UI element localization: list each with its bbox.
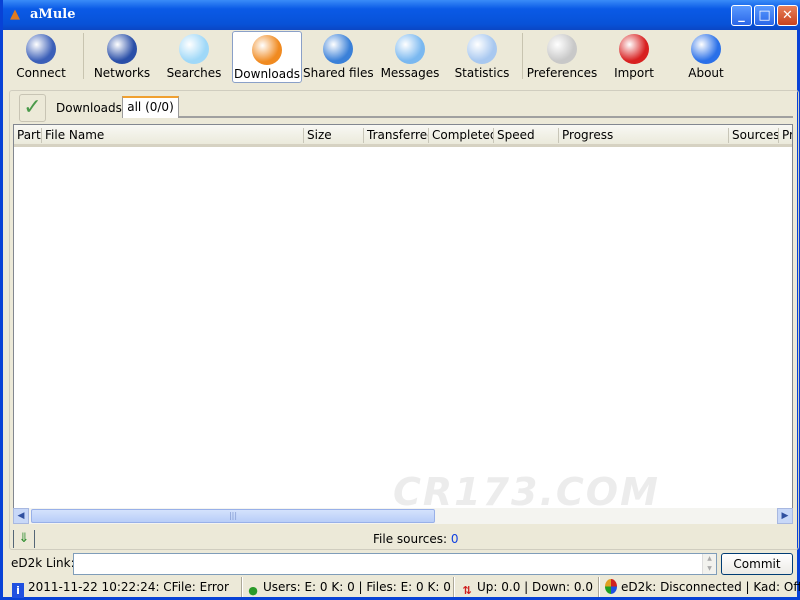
close-button[interactable]: ✕ [777,5,798,26]
users-icon: ● [248,584,258,597]
scroll-thumb[interactable]: ||| [31,509,435,523]
status-log: i 2011-11-22 10:22:24: CFile: Error [12,577,229,598]
amule-window: ▲ aMule _ □ ✕ Connect Networks Searches Dow… [0,0,800,600]
clear-completed-button[interactable]: ✓ [19,94,46,122]
toolbar-label: Messages [380,66,440,80]
toolbar-label: Downloads [234,67,300,81]
toolbar-separator [83,33,84,79]
tab-divider [179,116,793,118]
search-icon [179,34,209,64]
column-header-sources[interactable]: Sources [729,128,779,143]
toolbar-button-downloads[interactable]: Downloads [232,31,302,83]
toolbar-label: Preferences [526,66,598,80]
connect-icon [26,34,56,64]
toolbar-label: Import [614,66,654,80]
status-users-text: Users: E: 0 K: 0 | Files: E: 0 K: 0 [263,580,451,594]
tab-all[interactable]: all (0/0) [122,96,179,118]
column-header-speed[interactable]: Speed [494,128,559,143]
ed2k-spin[interactable]: ▲ ▼ [702,554,716,574]
toolbar-button-connect[interactable]: Connect [7,31,75,83]
status-network: eD2k: Disconnected | Kad: Off [605,577,800,597]
table-header: Part File Name Size Transferred Completed Spe… [14,125,792,147]
status-separator [598,577,600,597]
toolbar-button-statistics[interactable]: Statistics [447,31,517,83]
toolbar-button-networks[interactable]: Networks [87,31,157,83]
shared-files-icon [323,34,353,64]
column-header-completed[interactable]: Completed [429,128,494,143]
toolbar-label: Searches [166,66,222,80]
toolbar-separator [522,33,523,79]
status-users: ● Users: E: 0 K: 0 | Files: E: 0 K: 0 [247,577,451,597]
downloads-icon [252,35,282,65]
column-header-transferred[interactable]: Transferred [364,128,429,143]
toolbar-label: Networks [93,66,151,80]
up-down-icon: ⇅ [462,584,472,597]
status-transfer: ⇅ Up: 0.0 | Down: 0.0 [461,577,593,597]
maximize-button[interactable]: □ [754,5,775,26]
toolbar-button-about[interactable]: About [671,31,741,83]
toolbar-label: About [688,66,724,80]
column-header-size[interactable]: Size [304,128,364,143]
amule-logo-icon: ▲ [10,7,20,22]
networks-icon [107,34,137,64]
scroll-left-button[interactable]: ◀ [13,508,29,524]
status-separator [241,577,243,597]
horizontal-scrollbar[interactable]: ◀ ||| ▶ [13,508,793,524]
toolbar-label: Shared files [303,66,374,80]
minimize-button[interactable]: _ [731,5,752,26]
toggle-sources-button[interactable]: ⇓ [13,530,35,548]
title-bar: ▲ aMule _ □ ✕ [3,0,800,30]
toolbar-button-preferences[interactable]: Preferences [525,31,599,83]
downloads-table[interactable]: Part File Name Size Transferred Completed Spe… [13,124,793,523]
toolbar-label: Statistics [454,66,510,80]
toolbar-button-shared-files[interactable]: Shared files [303,31,374,83]
file-sources: File sources: 0 [373,532,459,546]
ed2k-link-input[interactable]: ▲ ▼ [73,553,717,575]
status-network-text: eD2k: Disconnected | Kad: Off [621,580,800,594]
status-separator [453,577,455,597]
toolbar-button-import[interactable]: Import [599,31,669,83]
column-header-part[interactable]: Part [14,128,42,143]
downloads-label: Downloads [56,101,122,115]
column-header-file-name[interactable]: File Name [42,128,304,143]
ed2k-link-label: eD2k Link: [11,556,75,570]
toolbar-button-searches[interactable]: Searches [159,31,229,83]
statistics-icon [467,34,497,64]
toolbar-button-messages[interactable]: Messages [375,31,445,83]
network-status-icon [605,579,617,594]
messages-icon [395,34,425,64]
window-title: aMule [30,7,76,22]
file-sources-label: File sources: [373,532,448,546]
column-header-progress[interactable]: Progress [559,128,729,143]
column-header-priority[interactable]: Priority [779,128,792,143]
toolbar-label: Connect [16,66,66,80]
import-icon [619,34,649,64]
preferences-icon [547,34,577,64]
status-log-text: 2011-11-22 10:22:24: CFile: Error [28,580,229,594]
commit-button[interactable]: Commit [721,553,793,575]
scroll-right-button[interactable]: ▶ [777,508,793,524]
info-icon: i [12,583,24,598]
file-sources-count: 0 [450,532,459,546]
status-transfer-text: Up: 0.0 | Down: 0.0 [477,580,593,594]
about-icon [691,34,721,64]
